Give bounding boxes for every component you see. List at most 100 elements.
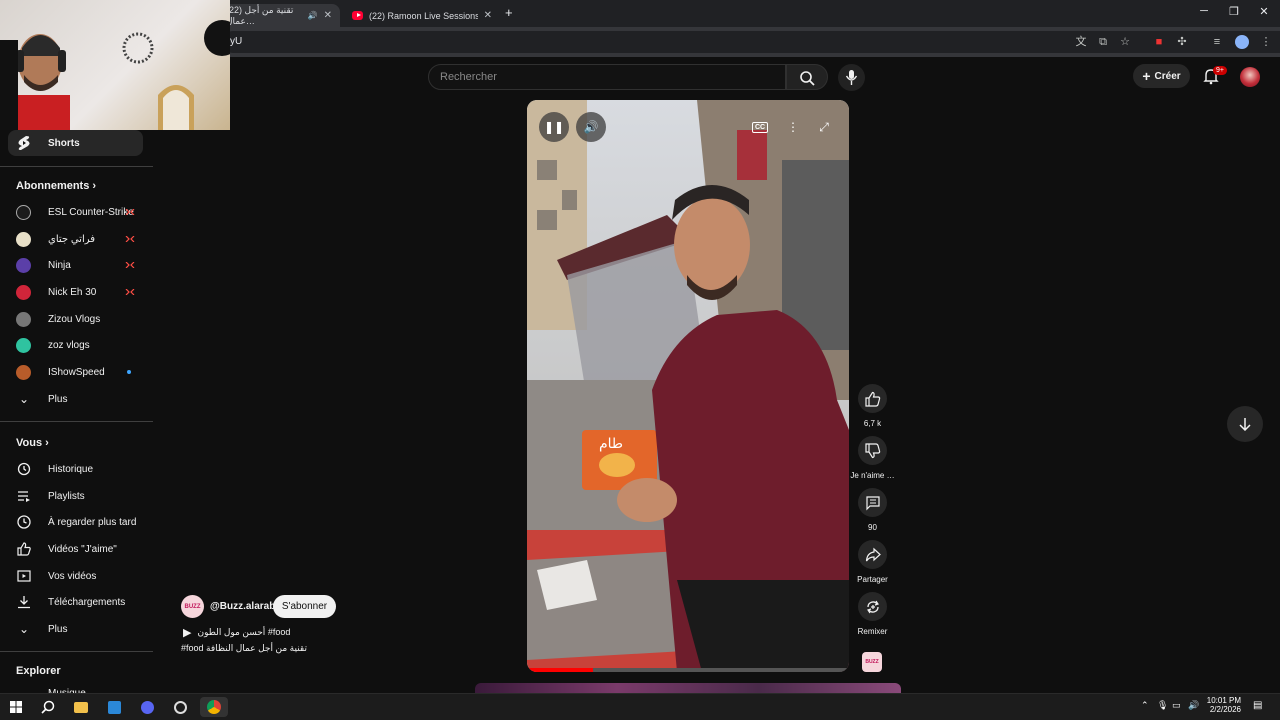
clock[interactable]: 10:01 PM 2/2/2026	[1205, 696, 1241, 714]
chrome-menu-icon[interactable]: ⋮	[1259, 35, 1273, 49]
extensions-icon[interactable]: ✣	[1175, 35, 1189, 49]
sidebar-item-label: Historique	[48, 463, 94, 475]
app-button[interactable]	[137, 697, 157, 717]
search-button[interactable]	[786, 64, 828, 90]
history-icon	[16, 461, 32, 477]
search-icon	[800, 71, 815, 86]
media-controls-icon[interactable]: ≡	[1210, 35, 1224, 49]
tab-title: (22) تقنية من أجل عمال…	[226, 4, 294, 26]
voice-search-button[interactable]	[838, 64, 865, 91]
extension-record-icon[interactable]: ■	[1152, 35, 1166, 49]
tab-title: (22) Ramoon Live Sessions — E…	[369, 10, 478, 21]
sidebar-divider	[0, 651, 153, 652]
restore-button[interactable]: ❐	[1226, 5, 1242, 18]
sidebar-item-watch-later[interactable]: À regarder plus tard	[8, 509, 143, 535]
sidebar-item-channel-2[interactable]: فراتي جتاي	[8, 226, 143, 252]
more-options-button[interactable]: ⋮	[778, 112, 808, 142]
sidebar-item-zizou-vlogs[interactable]: Zizou Vlogs	[8, 306, 143, 332]
start-button[interactable]	[6, 697, 26, 717]
comments-button[interactable]	[858, 488, 887, 517]
translate-icon[interactable]: 文	[1074, 35, 1088, 49]
fullscreen-icon: ⤢	[819, 119, 829, 134]
minimize-button[interactable]: ─	[1196, 5, 1212, 17]
sidebar-item-esl-counter-strike[interactable]: ESL Counter-Strike	[8, 199, 143, 225]
store-button[interactable]	[104, 697, 124, 717]
sidebar-item-label: Vos vidéos	[48, 570, 97, 582]
sidebar-item-ishowspeed[interactable]: IShowSpeed	[8, 359, 143, 385]
sidebar-item-label: Plus	[48, 623, 68, 635]
network-icon[interactable]: ▭	[1172, 700, 1181, 711]
channel-avatar	[16, 311, 31, 327]
pause-button[interactable]: ❚❚	[539, 112, 569, 142]
shorts-video-player[interactable]: طام ❚❚ 🔊 CC ⋮ ⤢	[527, 100, 849, 672]
sidebar-item-nick-eh-30[interactable]: Nick Eh 30	[8, 279, 143, 305]
close-tab-icon[interactable]: ✕	[484, 10, 492, 21]
profile-icon[interactable]	[1235, 35, 1249, 49]
sidebar-item-label: IShowSpeed	[48, 366, 105, 378]
bookmark-star-icon[interactable]: ☆	[1118, 35, 1132, 49]
volume-icon[interactable]: 🔊	[1188, 700, 1199, 711]
explore-heading: Explorer	[16, 665, 61, 677]
search-input[interactable]: Rechercher	[428, 64, 786, 90]
file-explorer-button[interactable]	[71, 697, 91, 717]
sidebar-item-zoz-vlogs[interactable]: zoz vlogs	[8, 332, 143, 358]
app-button-2[interactable]	[170, 697, 190, 717]
discord-icon	[140, 700, 154, 714]
remix-button[interactable]	[858, 592, 887, 621]
new-content-dot	[127, 370, 131, 374]
subscriptions-heading[interactable]: Abonnements ›	[16, 180, 96, 192]
you-heading[interactable]: Vous ›	[16, 437, 49, 449]
short-description: #food تقنية من أجل عمال النظافة	[181, 643, 307, 653]
install-app-icon[interactable]: ⧉	[1096, 35, 1110, 49]
sidebar-item-ninja[interactable]: Ninja	[8, 252, 143, 278]
channel-avatar	[16, 337, 31, 353]
tab-ramoon[interactable]: (22) Ramoon Live Sessions — E… ✕	[344, 4, 500, 27]
sidebar-item-label: ESL Counter-Strike	[48, 206, 134, 218]
close-window-button[interactable]: ✕	[1256, 5, 1272, 18]
sidebar-item-shorts[interactable]: Shorts	[8, 130, 143, 156]
sidebar-item-downloads[interactable]: Téléchargements	[8, 589, 143, 615]
folder-icon	[74, 701, 88, 713]
windows-logo-icon	[10, 701, 22, 713]
sidebar-item-you-more[interactable]: ⌄ Plus	[8, 616, 143, 642]
channel-logo[interactable]: BUZZ	[181, 595, 204, 618]
account-avatar[interactable]	[1240, 67, 1260, 87]
sidebar-item-your-videos[interactable]: Vos vidéos	[8, 563, 143, 589]
microphone-icon[interactable]: 🎙	[1157, 700, 1168, 711]
new-tab-button[interactable]: +	[505, 5, 513, 20]
next-short-button[interactable]	[1227, 406, 1263, 442]
sound-source-thumbnail[interactable]: BUZZ	[862, 652, 882, 672]
channel-handle[interactable]: @Buzz.alarab	[210, 601, 275, 612]
chrome-taskbar-button[interactable]	[200, 697, 228, 717]
sidebar-item-liked-videos[interactable]: Vidéos "J'aime"	[8, 536, 143, 562]
sidebar-item-history[interactable]: Historique	[8, 456, 143, 482]
dislike-button[interactable]	[858, 436, 887, 465]
close-tab-icon[interactable]: ✕	[324, 10, 332, 21]
sidebar-item-subs-more[interactable]: ⌄ Plus	[8, 386, 143, 412]
volume-button[interactable]: 🔊	[576, 112, 606, 142]
taskbar-search-button[interactable]	[38, 697, 58, 717]
tab-active[interactable]: (22) تقنية من أجل عمال… 🔊 ✕	[218, 4, 340, 27]
live-icon	[125, 289, 135, 295]
sidebar-item-label: Ninja	[48, 259, 71, 271]
chrome-icon	[207, 700, 221, 714]
create-button[interactable]: + Créer	[1133, 64, 1190, 88]
sidebar-item-playlists[interactable]: Playlists	[8, 483, 143, 509]
captions-button[interactable]: CC	[745, 112, 775, 142]
obs-icon	[173, 700, 187, 714]
volume-icon: 🔊	[583, 120, 599, 134]
subscribe-button[interactable]: S'abonner	[273, 595, 336, 618]
like-button[interactable]	[858, 384, 887, 413]
show-hidden-icons[interactable]: ⌃	[1141, 700, 1149, 711]
fullscreen-button[interactable]: ⤢	[809, 112, 839, 142]
comment-icon	[865, 495, 880, 510]
notifications-badge: 9+	[1213, 66, 1227, 75]
sidebar-item-label: Vidéos "J'aime"	[48, 543, 117, 555]
notification-center-icon[interactable]: ▤	[1253, 700, 1262, 711]
channel-avatar	[16, 284, 31, 300]
video-frame: طام	[527, 100, 849, 672]
share-button[interactable]	[858, 540, 887, 569]
video-icon	[16, 568, 32, 584]
short-title-row[interactable]: ▶ أحسن مول الطون #food	[183, 626, 290, 639]
thumb-up-icon	[16, 541, 32, 557]
